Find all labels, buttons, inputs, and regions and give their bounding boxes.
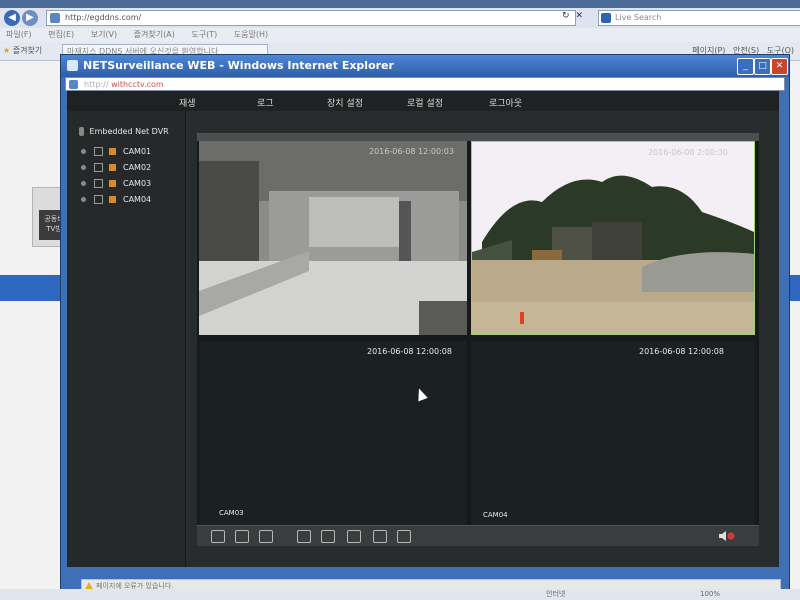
page-icon	[50, 13, 60, 23]
menu-device-settings[interactable]: 장치 설정	[327, 96, 363, 109]
cam02-bottom-timestamp: 2016-06-08 12:00:08	[639, 347, 724, 356]
outer-menu-bar: 파일(F) 편집(E) 보기(V) 즐겨찾기(A) 도구(T) 도움말(H)	[0, 28, 800, 42]
outer-address-bar: ◀ ▶ http://egddns.com/ ↻✕ Live Search	[0, 8, 800, 28]
status-dot-icon	[81, 165, 86, 170]
tree-item-cam03[interactable]: CAM03	[81, 179, 151, 188]
tree-item-cam02[interactable]: CAM02	[81, 163, 151, 172]
menu-file[interactable]: 파일(F)	[6, 30, 32, 39]
popup-address-bar[interactable]: http:// withcctv.com	[65, 77, 785, 91]
cam02-video-frame	[472, 142, 754, 334]
playback-icon[interactable]	[373, 530, 387, 543]
fullscreen-icon[interactable]	[211, 530, 225, 543]
warning-icon[interactable]	[85, 582, 93, 589]
checkbox-icon[interactable]	[94, 163, 103, 172]
snapshot-icon[interactable]	[321, 530, 335, 543]
page-icon	[69, 80, 78, 89]
checkbox-icon[interactable]	[94, 147, 103, 156]
status-dot-icon	[81, 149, 86, 154]
background-banner-left	[0, 275, 60, 301]
minimize-button[interactable]: _	[737, 58, 754, 75]
ie-icon	[67, 60, 78, 71]
dvr-top-menu: 재생 로그 장치 설정 로컬 설정 로그아웃	[67, 91, 779, 111]
popup-address-host: withcctv.com	[111, 80, 164, 89]
mute-icon[interactable]	[719, 531, 735, 541]
menu-tools[interactable]: 도구(T)	[191, 30, 217, 39]
camera-icon	[109, 164, 116, 171]
camera-icon	[109, 148, 116, 155]
forward-icon[interactable]: ▶	[22, 10, 38, 26]
video-cell-cam04[interactable]: 2016-06-08 12:00:08 CAM04	[471, 341, 755, 531]
cam01-video-frame	[199, 141, 467, 335]
video-cell-cam03[interactable]: 2016-06-08 12:00:08 CAM03	[199, 341, 467, 531]
camera-icon	[109, 180, 116, 187]
menu-log[interactable]: 로그	[257, 96, 274, 109]
tree-item-cam01[interactable]: CAM01	[81, 147, 151, 156]
refresh-stop-icons[interactable]: ↻✕	[562, 11, 589, 21]
tree-item-cam04[interactable]: CAM04	[81, 195, 151, 204]
live-search-placeholder: Live Search	[615, 13, 662, 22]
status-dot-icon	[81, 197, 86, 202]
device-tree-panel: Embedded Net DVR CAM01 CAM02 CAM03 CAM04	[67, 111, 186, 567]
menu-logout[interactable]: 로그아웃	[489, 96, 522, 109]
dvr-viewer: 재생 로그 장치 설정 로컬 설정 로그아웃 Embedded Net DVR …	[67, 91, 779, 567]
outer-url-input[interactable]: http://egddns.com/	[46, 10, 576, 26]
favorites-label[interactable]: 즐겨찾기	[13, 46, 42, 55]
cam01-overlay-timestamp: 2016-06-08 12:00:03	[369, 147, 454, 156]
video-cell-cam02[interactable]: 2016-06-08 2:00:30	[471, 141, 755, 335]
camera-icon	[109, 196, 116, 203]
live-search-input[interactable]: Live Search	[598, 10, 800, 26]
menu-view[interactable]: 보기(V)	[91, 30, 117, 39]
tree-item-label: CAM03	[123, 179, 152, 188]
video-cell-cam01[interactable]: 2016-06-08 12:00:03	[199, 141, 467, 335]
netsurveillance-window: NETSurveillance WEB - Windows Internet E…	[60, 54, 790, 594]
menu-help[interactable]: 도움말(H)	[234, 30, 268, 39]
cam01-bottom-timestamp: 2016-06-08 12:00:08	[367, 347, 452, 356]
maximize-button[interactable]: □	[754, 58, 771, 75]
tree-item-label: CAM02	[123, 163, 152, 172]
status-dot-icon	[81, 181, 86, 186]
checkbox-icon[interactable]	[94, 179, 103, 188]
settings-icon[interactable]	[397, 530, 411, 543]
cam03-label: CAM03	[219, 509, 244, 517]
favorites-star-icon[interactable]: ★	[3, 46, 10, 55]
popup-titlebar[interactable]: NETSurveillance WEB - Windows Internet E…	[61, 55, 789, 77]
zoom-level[interactable]: 100%	[700, 589, 720, 600]
checkbox-icon[interactable]	[94, 195, 103, 204]
device-tree-root-label: Embedded Net DVR	[89, 127, 169, 136]
menu-playback[interactable]: 재생	[179, 96, 196, 109]
viewer-toolbar	[197, 525, 759, 546]
popup-title: NETSurveillance WEB - Windows Internet E…	[83, 59, 394, 72]
live-search-icon	[601, 13, 611, 23]
menu-edit[interactable]: 편집(E)	[48, 30, 74, 39]
device-tree-root[interactable]: Embedded Net DVR	[79, 127, 169, 136]
video-grid: 2016-06-08 12:00:03 2016-06-08 2:00:30 2…	[197, 133, 759, 531]
single-view-icon[interactable]	[235, 530, 249, 543]
close-button[interactable]: ✕	[771, 58, 788, 75]
list-icon[interactable]	[347, 530, 361, 543]
outer-titlebar	[0, 0, 800, 8]
cam02-overlay-timestamp: 2016-06-08 2:00:30	[648, 148, 728, 157]
tree-item-label: CAM01	[123, 147, 152, 156]
outer-status-bar: 인터넷 100%	[0, 589, 800, 600]
outer-url-text: http://egddns.com/	[65, 13, 142, 22]
record-icon[interactable]	[297, 530, 311, 543]
cam04-label: CAM04	[483, 511, 508, 519]
back-icon[interactable]: ◀	[4, 10, 20, 26]
security-zone: 인터넷	[546, 590, 566, 598]
menu-favorites[interactable]: 즐겨찾기(A)	[134, 30, 175, 39]
tree-item-label: CAM04	[123, 195, 152, 204]
quad-view-icon[interactable]	[259, 530, 273, 543]
dvr-device-icon	[79, 127, 84, 136]
popup-address-prefix: http://	[84, 80, 109, 89]
menu-local-settings[interactable]: 로컬 설정	[407, 96, 443, 109]
